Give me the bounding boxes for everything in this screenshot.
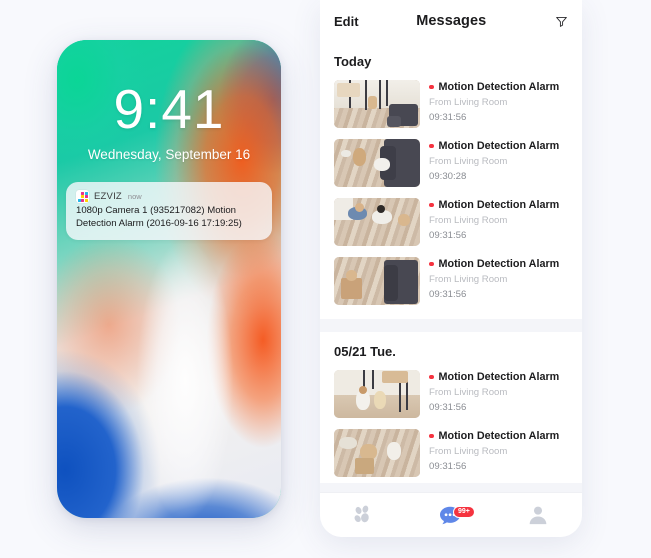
list-item[interactable]: Motion Detection Alarm From Living Room … [320,75,582,134]
screenshot-root: 9:41 Wednesday, September 16 EZVIZ now 1… [0,0,651,558]
phone-mockup: 9:41 Wednesday, September 16 EZVIZ now 1… [57,40,281,518]
message-thumbnail [334,370,420,418]
app-navbar: Edit Messages [320,0,582,42]
tab-devices[interactable] [320,505,407,525]
message-source: From Living Room [429,156,508,167]
list-item[interactable]: Motion Detection Alarm From Living Room … [320,424,582,483]
ezviz-logo-icon [76,190,89,203]
unread-dot [429,374,434,380]
list-item[interactable]: Motion Detection Alarm From Living Room … [320,252,582,311]
list-item[interactable]: Motion Detection Alarm From Living Room … [320,365,582,424]
message-section: Today Motion Detection Alarm From Living… [320,42,582,319]
message-title: Motion Detection Alarm [438,199,560,211]
messages-scroll-area[interactable]: Today Motion Detection Alarm From Living… [320,42,582,493]
message-section: 05/21 Tue. Motion Detection Alarm From L… [320,332,582,483]
message-title: Motion Detection Alarm [438,371,560,383]
filter-button[interactable] [544,15,568,28]
message-title: Motion Detection Alarm [438,81,560,93]
page-title: Messages [416,13,487,29]
section-title: Today [334,54,372,69]
tab-messages[interactable]: 99+ [407,504,494,526]
lockscreen-time: 9:41 [113,78,225,140]
message-time: 09:31:56 [429,289,467,300]
bottom-tab-bar: 99+ [320,493,582,537]
message-thumbnail [334,198,420,246]
notification-app-name: EZVIZ [94,191,122,202]
person-icon [529,506,547,525]
message-time: 09:31:56 [429,461,467,472]
filter-funnel-icon [556,16,567,27]
message-content: Motion Detection Alarm From Living Room … [429,139,568,182]
list-item[interactable]: Motion Detection Alarm From Living Room … [320,134,582,193]
tab-profile[interactable] [495,504,582,526]
devices-paws-icon [354,505,369,523]
unread-dot [429,433,434,439]
message-content: Motion Detection Alarm From Living Room … [429,198,568,241]
messages-app-card: Edit Messages Today Motion Detection Ala… [320,0,582,537]
message-time: 09:31:56 [429,230,467,241]
notification-timestamp: now [127,192,142,201]
section-divider [320,319,582,332]
message-source: From Living Room [429,215,508,226]
lockscreen-notification[interactable]: EZVIZ now 1080p Camera 1 (935217082) Mot… [66,182,272,240]
message-content: Motion Detection Alarm From Living Room … [429,80,568,123]
message-title: Motion Detection Alarm [438,140,560,152]
message-time: 09:31:56 [429,112,467,123]
status-badge: 99+ [452,506,475,518]
message-source: From Living Room [429,274,508,285]
message-title: Motion Detection Alarm [438,430,560,442]
notification-body: 1080p Camera 1 (935217082) Motion Detect… [76,205,242,229]
message-content: Motion Detection Alarm From Living Room … [429,257,568,300]
unread-dot [429,143,434,149]
message-source: From Living Room [429,387,508,398]
unread-dot [429,84,434,90]
message-time: 09:31:56 [429,402,467,413]
lockscreen-date: Wednesday, September 16 [87,147,251,162]
message-content: Motion Detection Alarm From Living Room … [429,429,568,472]
message-title: Motion Detection Alarm [438,258,560,270]
unread-dot [429,261,434,267]
section-title: 05/21 Tue. [334,344,396,359]
notification-header: EZVIZ now [76,190,262,203]
message-thumbnail [334,429,420,477]
message-time: 09:30:28 [429,171,467,182]
lockscreen-clock: 9:41 Wednesday, September 16 [57,78,281,163]
message-content: Motion Detection Alarm From Living Room … [429,370,568,413]
message-source: From Living Room [429,446,508,457]
list-item[interactable]: Motion Detection Alarm From Living Room … [320,193,582,252]
edit-button[interactable]: Edit [334,14,359,29]
message-thumbnail [334,139,420,187]
message-thumbnail [334,257,420,305]
message-source: From Living Room [429,97,508,108]
message-thumbnail [334,80,420,128]
unread-dot [429,202,434,208]
